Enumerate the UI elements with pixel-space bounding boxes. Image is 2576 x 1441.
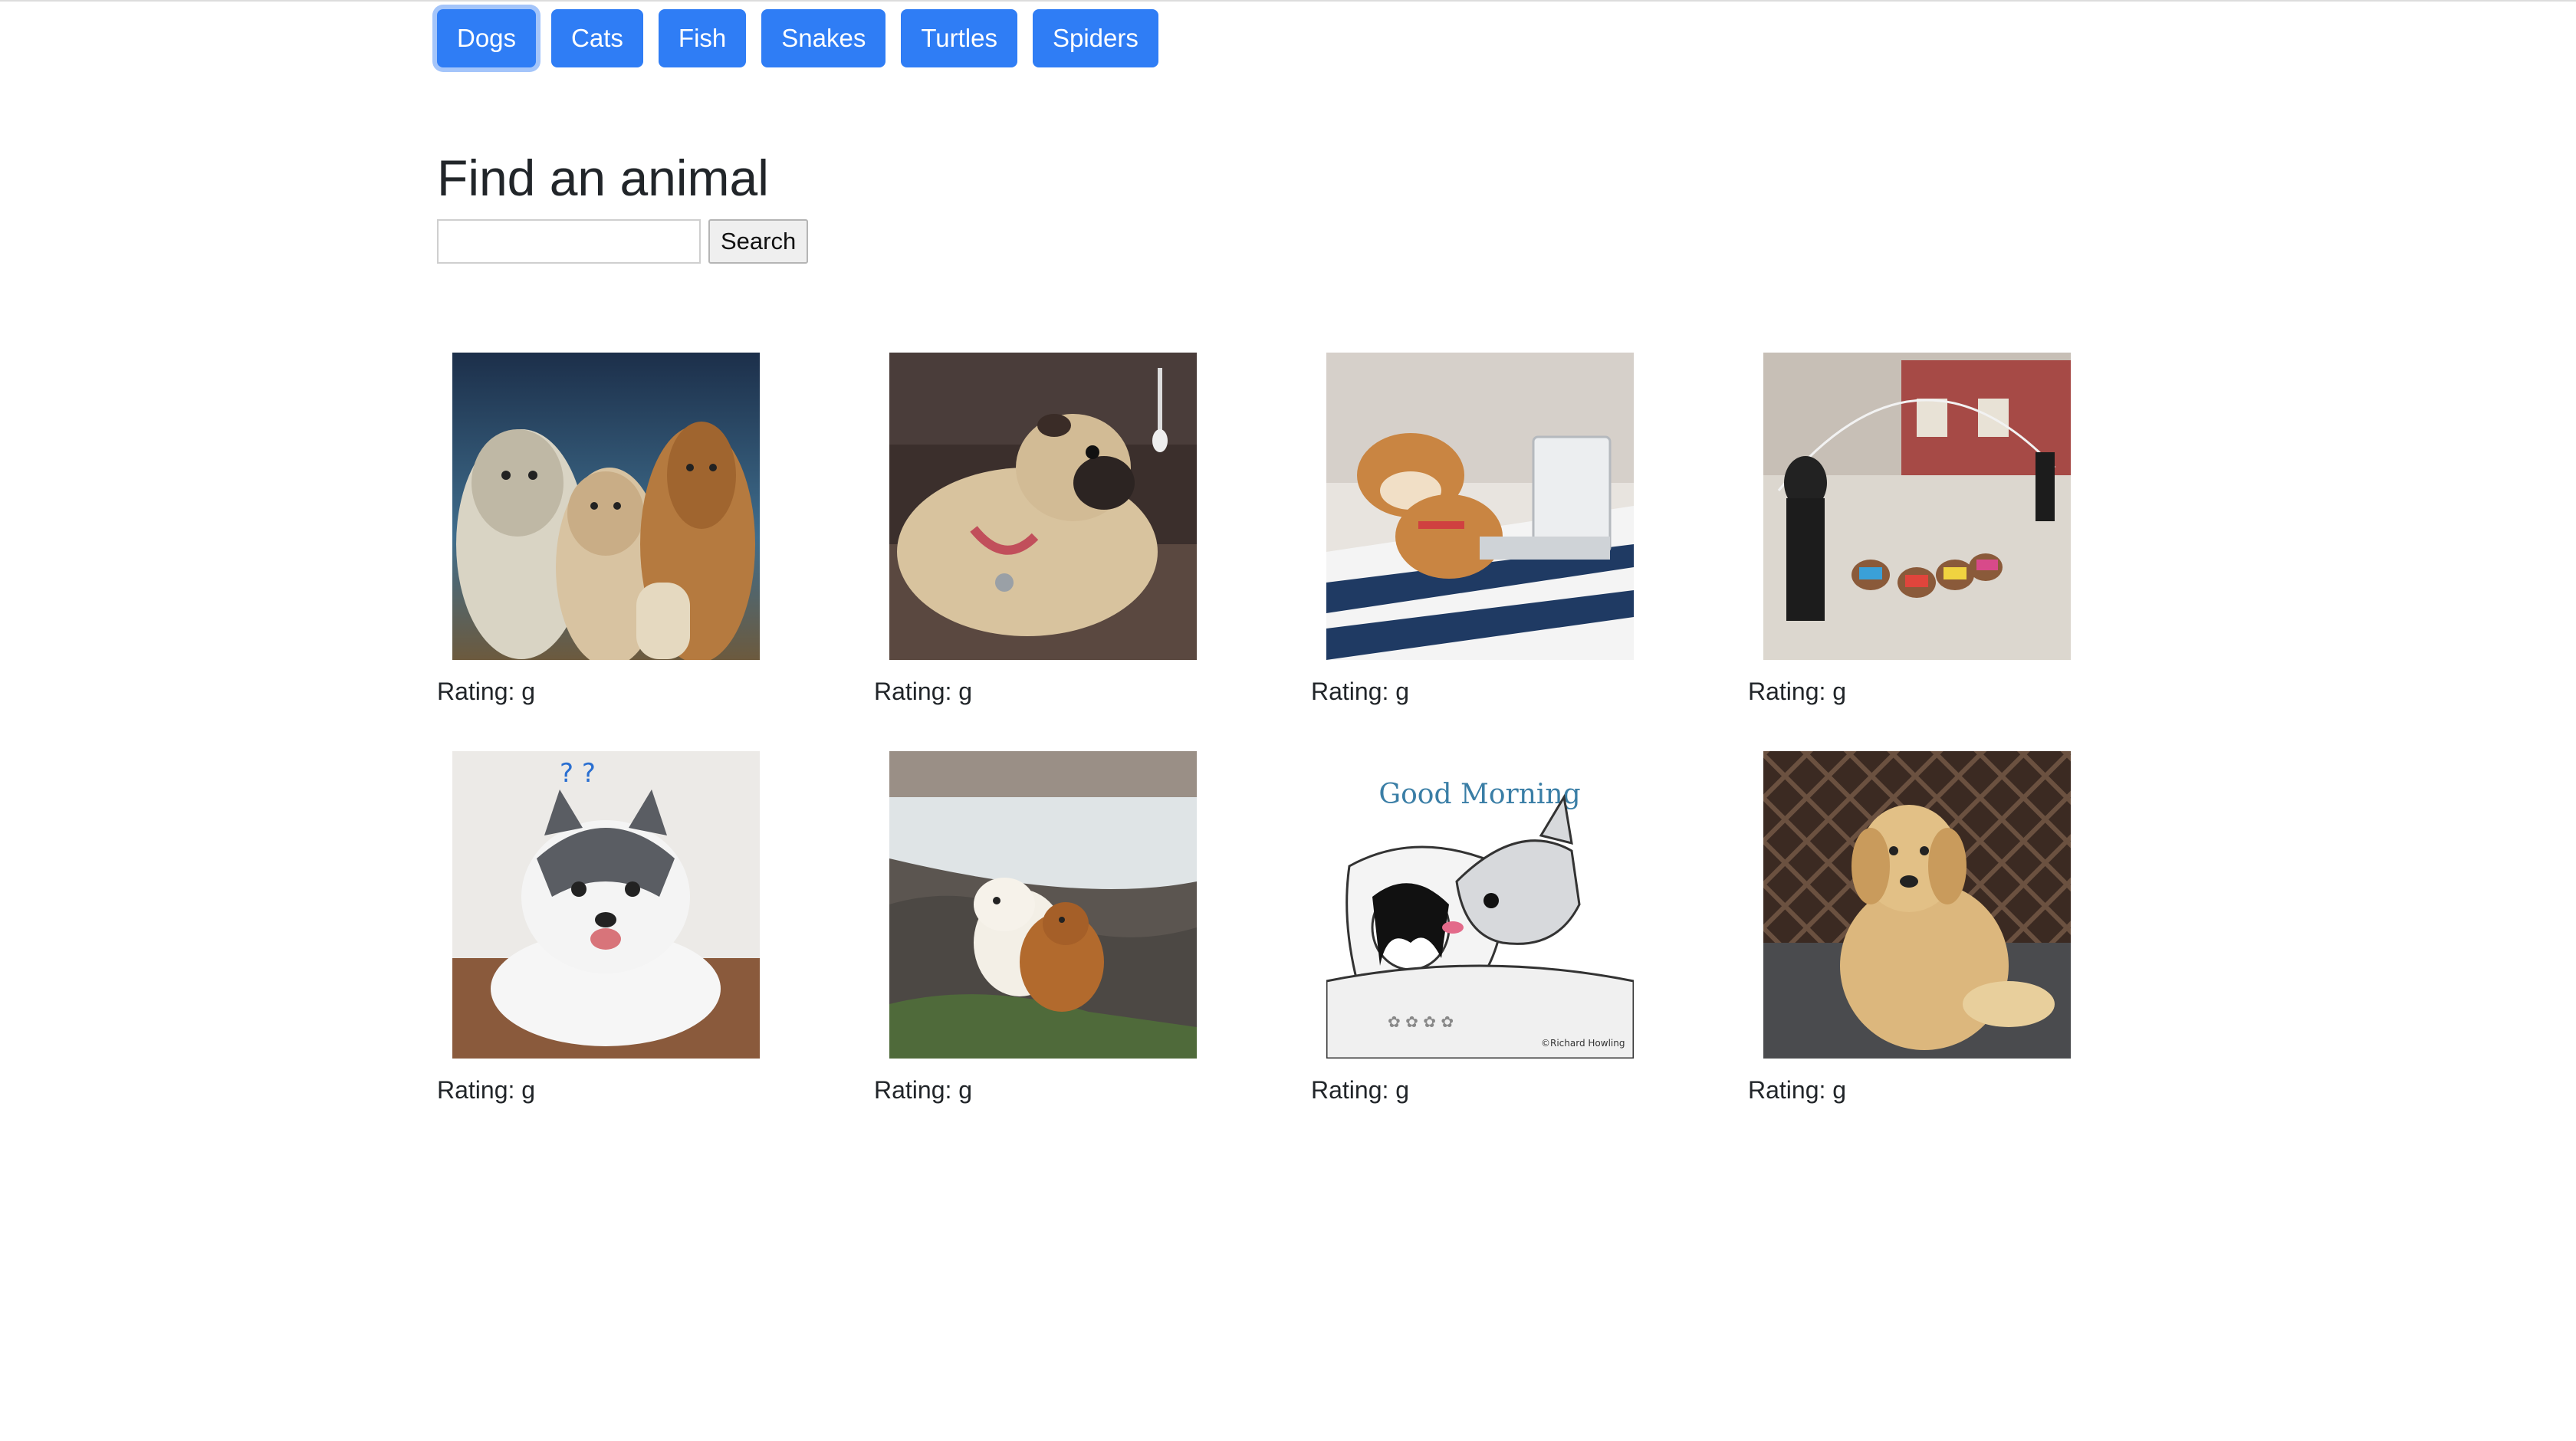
rating-label: Rating: g bbox=[1311, 678, 1410, 705]
rating-label: Rating: g bbox=[874, 1076, 973, 1104]
dogs-hugging-by-river-gif[interactable] bbox=[889, 751, 1197, 1059]
cats-button[interactable]: Cats bbox=[551, 9, 643, 67]
search-input[interactable] bbox=[437, 219, 701, 264]
turtles-button[interactable]: Turtles bbox=[901, 9, 1017, 67]
rating-label: Rating: g bbox=[1311, 1076, 1410, 1104]
husky-puppy-image: ? ? bbox=[452, 751, 760, 1059]
search-form: Search bbox=[437, 219, 809, 264]
dogs-button[interactable]: Dogs bbox=[437, 9, 537, 67]
rating-label: Rating: g bbox=[1748, 1076, 1847, 1104]
search-button[interactable]: Search bbox=[708, 219, 809, 264]
husky-puppy-gif[interactable]: ? ? bbox=[452, 751, 760, 1059]
dogs-hugging-by-river-image bbox=[889, 751, 1197, 1059]
golden-retriever-gif[interactable] bbox=[1763, 751, 2071, 1059]
rating-label: Rating: g bbox=[874, 678, 973, 705]
good-morning-cartoon-image: Good Morning ✿ ✿ ✿ ✿ ©Richard Howling bbox=[1326, 751, 1634, 1059]
golden-retriever-image bbox=[1763, 751, 2071, 1059]
dogs-jumping-rope-gif[interactable] bbox=[1763, 353, 2071, 660]
dogs-jumping-rope-image bbox=[1763, 353, 2071, 660]
rating-label: Rating: g bbox=[437, 1076, 536, 1104]
pug-on-couch-image bbox=[889, 353, 1197, 660]
animal-button-row: Dogs Cats Fish Snakes Turtles Spiders bbox=[437, 9, 1158, 67]
pug-on-couch-gif[interactable] bbox=[889, 353, 1197, 660]
page-title: Find an animal bbox=[437, 149, 769, 206]
group-of-dogs-gif[interactable] bbox=[452, 353, 760, 660]
group-of-dogs-image bbox=[452, 353, 760, 660]
cartoon-caption: Good Morning bbox=[1378, 779, 1580, 810]
shiba-with-laptop-image bbox=[1326, 353, 1634, 660]
rating-label: Rating: g bbox=[437, 678, 536, 705]
fish-button[interactable]: Fish bbox=[658, 9, 747, 67]
good-morning-cartoon-gif[interactable]: Good Morning ✿ ✿ ✿ ✿ ©Richard Howling bbox=[1326, 751, 1634, 1059]
shiba-with-laptop-gif[interactable] bbox=[1326, 353, 1634, 660]
snakes-button[interactable]: Snakes bbox=[761, 9, 886, 67]
svg-text:? ?: ? ? bbox=[560, 758, 596, 789]
cartoon-credit: ©Richard Howling bbox=[1541, 1038, 1625, 1049]
svg-text:✿ ✿ ✿ ✿: ✿ ✿ ✿ ✿ bbox=[1388, 1013, 1454, 1031]
rating-label: Rating: g bbox=[1748, 678, 1847, 705]
spiders-button[interactable]: Spiders bbox=[1032, 9, 1158, 67]
top-border bbox=[0, 0, 2576, 2]
